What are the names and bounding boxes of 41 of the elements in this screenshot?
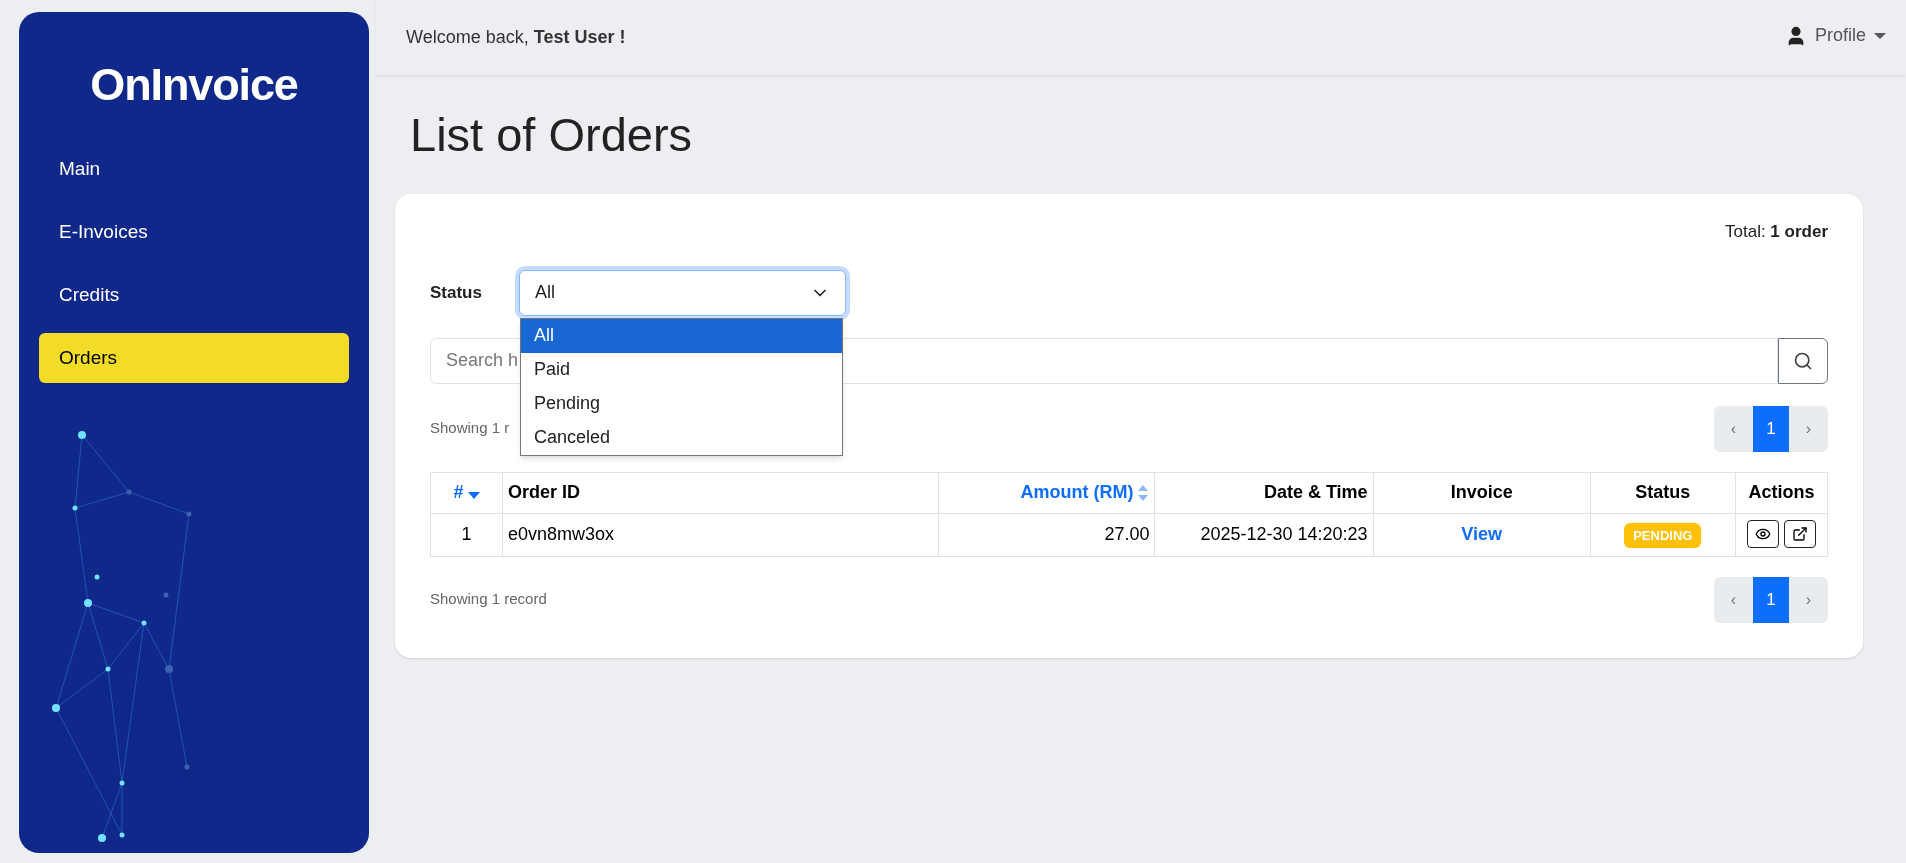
status-option[interactable]: Paid — [521, 352, 842, 387]
status-option[interactable]: Pending — [521, 386, 842, 421]
column-header[interactable]: # — [430, 472, 503, 513]
table-cell: 1 — [430, 513, 503, 556]
caret-icon — [1874, 32, 1886, 39]
next-page-button[interactable]: › — [1789, 405, 1828, 452]
view-invoice-link[interactable]: View — [1461, 524, 1503, 544]
status-badge: PENDING — [1624, 522, 1702, 549]
logo: OnInvoice — [90, 62, 298, 107]
status-option[interactable]: All — [521, 318, 842, 353]
table-cell: 2025-12-30 14:20:23 — [1155, 513, 1374, 556]
column-header: Actions — [1735, 472, 1828, 513]
page-title: List of Orders — [410, 111, 694, 158]
next-page-button[interactable]: › — [1789, 576, 1828, 623]
view-button[interactable] — [1746, 519, 1779, 548]
status-label: Status — [430, 281, 483, 304]
table-cell: e0vn8mw3ox — [502, 513, 939, 556]
page-button[interactable]: 1 — [1753, 576, 1789, 623]
status-option[interactable]: Canceled — [521, 420, 842, 455]
search-button[interactable] — [1778, 337, 1828, 384]
column-header: Status — [1590, 472, 1736, 513]
total-count: Total: 1 order — [1725, 221, 1828, 243]
column-header: Invoice — [1373, 472, 1591, 513]
column-header: Date & Time — [1155, 472, 1374, 513]
column-header[interactable]: Amount (RM) — [938, 472, 1155, 513]
open-button[interactable] — [1783, 519, 1816, 548]
previous-page-button[interactable]: ‹ — [1714, 576, 1753, 623]
records-count: Showing 1 record — [430, 589, 547, 610]
search-icon — [1793, 350, 1813, 371]
column-header: Order ID — [502, 472, 939, 513]
records-count: Showing 1 r — [430, 418, 510, 439]
previous-page-button[interactable]: ‹ — [1714, 405, 1753, 452]
external-link-icon — [1791, 525, 1808, 542]
sidebar-item[interactable]: Credits — [39, 270, 349, 320]
sidebar-item[interactable]: E-Invoices — [39, 207, 349, 257]
page-button[interactable]: 1 — [1753, 405, 1789, 452]
sidebar-item[interactable]: Main — [39, 144, 349, 194]
welcome-text: Welcome back, Test User ! — [406, 26, 626, 49]
sidebar-item[interactable]: Orders — [39, 333, 349, 383]
table-cell: 27.00 — [938, 513, 1155, 556]
profile-menu[interactable]: Profile — [1784, 22, 1886, 49]
